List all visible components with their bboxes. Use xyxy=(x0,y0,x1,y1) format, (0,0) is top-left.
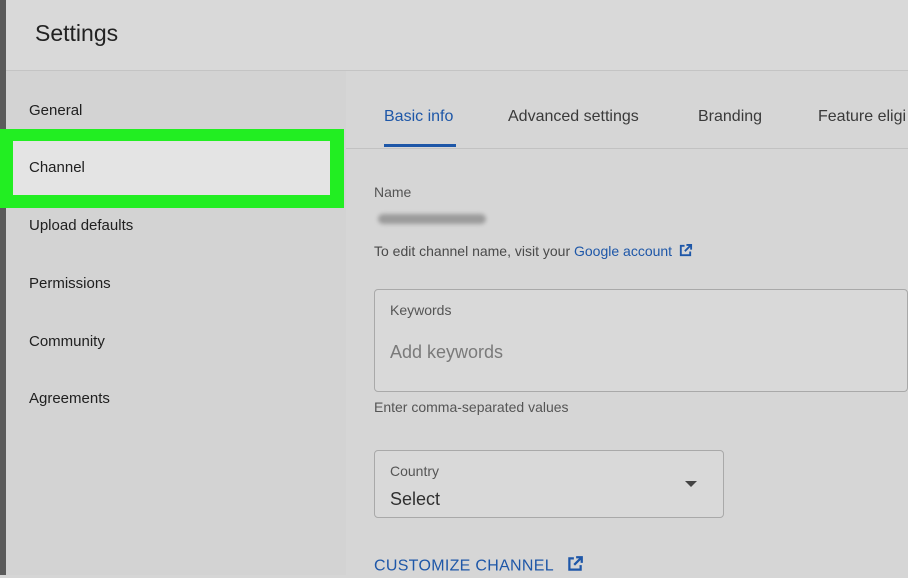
name-helper-prefix: To edit channel name, visit your xyxy=(374,243,571,259)
tab-branding[interactable]: Branding xyxy=(698,108,762,126)
tab-advanced-settings[interactable]: Advanced settings xyxy=(508,108,639,126)
name-helper-text: To edit channel name, visit your Google … xyxy=(374,243,693,261)
chevron-down-icon[interactable] xyxy=(685,481,697,487)
sidebar-item-channel[interactable]: Channel xyxy=(29,159,85,176)
keywords-field[interactable] xyxy=(374,289,908,392)
keywords-input[interactable]: Add keywords xyxy=(390,342,503,363)
sidebar-item-upload-defaults[interactable]: Upload defaults xyxy=(29,217,133,234)
country-select-value[interactable]: Select xyxy=(390,489,440,510)
channel-name-redacted xyxy=(378,214,486,224)
settings-header: Settings xyxy=(6,0,908,71)
active-tab-indicator xyxy=(384,144,456,147)
keywords-helper-text: Enter comma-separated values xyxy=(374,399,569,415)
tab-feature-eligibility[interactable]: Feature eligi xyxy=(818,108,906,126)
sidebar-item-permissions[interactable]: Permissions xyxy=(29,275,111,292)
name-label: Name xyxy=(374,184,412,200)
customize-channel-label[interactable]: CUSTOMIZE CHANNEL xyxy=(374,558,554,575)
keywords-label: Keywords xyxy=(390,302,452,318)
sidebar-item-agreements[interactable]: Agreements xyxy=(29,390,110,407)
tab-divider xyxy=(346,148,908,149)
page-title: Settings xyxy=(35,20,119,46)
sidebar-item-general[interactable]: General xyxy=(29,102,82,119)
tab-basic-info[interactable]: Basic info xyxy=(384,108,453,126)
google-account-link[interactable]: Google account xyxy=(574,243,672,259)
sidebar-item-community[interactable]: Community xyxy=(29,333,105,350)
external-link-icon[interactable] xyxy=(678,243,693,261)
country-label: Country xyxy=(390,463,440,479)
